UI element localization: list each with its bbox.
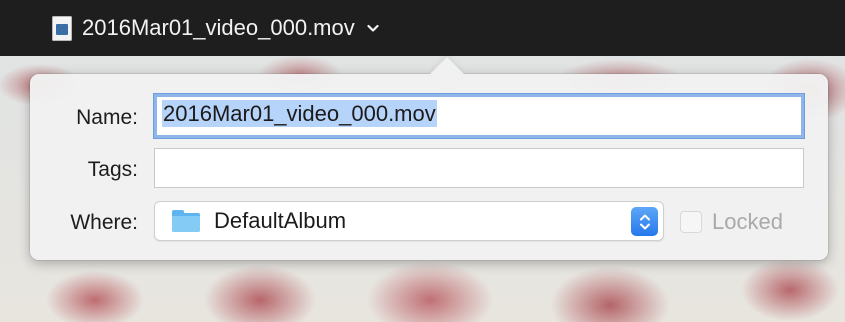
name-field-selected-text: 2016Mar01_video_000.mov xyxy=(162,100,437,127)
tags-row: Tags: xyxy=(30,148,828,190)
chevron-down-icon[interactable] xyxy=(367,23,379,33)
where-select[interactable]: DefaultAlbum xyxy=(154,201,664,241)
folder-icon xyxy=(172,210,200,232)
tags-field[interactable] xyxy=(154,148,804,188)
name-label: Name: xyxy=(76,106,138,129)
up-down-stepper-icon[interactable] xyxy=(631,207,658,236)
name-row: Name: 2016Mar01_video_000.mov xyxy=(30,94,828,138)
name-field[interactable]: 2016Mar01_video_000.mov xyxy=(154,94,804,138)
rename-popover: Name: 2016Mar01_video_000.mov Tags: Wher… xyxy=(30,57,828,260)
locked-label: Locked xyxy=(712,209,783,234)
locked-checkbox[interactable] xyxy=(680,211,702,233)
where-row: Where: DefaultAlbum Locked xyxy=(30,201,828,243)
tags-label: Tags: xyxy=(87,158,138,181)
document-title-menu[interactable]: 2016Mar01_video_000.mov xyxy=(52,15,379,41)
where-selected-value: DefaultAlbum xyxy=(214,208,347,233)
document-title: 2016Mar01_video_000.mov xyxy=(82,15,355,40)
title-bar: 2016Mar01_video_000.mov xyxy=(0,0,845,56)
where-label: Where: xyxy=(70,211,138,234)
locked-toggle[interactable]: Locked xyxy=(680,209,783,235)
video-document-icon xyxy=(52,15,72,41)
